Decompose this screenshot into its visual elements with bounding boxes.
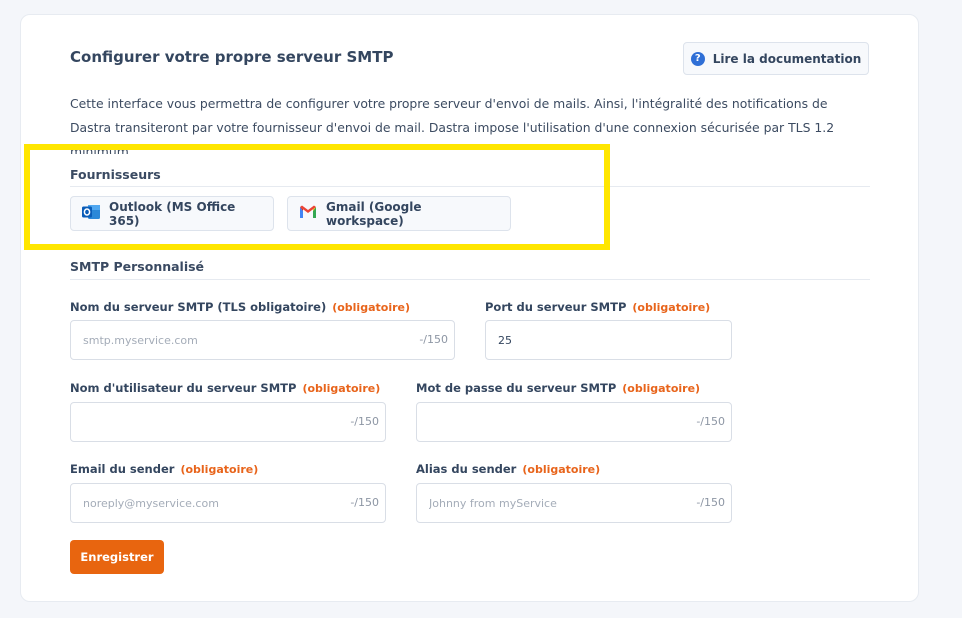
sender-alias-input[interactable]	[429, 484, 683, 522]
smtp-heading: SMTP Personnalisé	[70, 259, 205, 274]
page-title: Configurer votre propre serveur SMTP	[70, 48, 394, 66]
save-button[interactable]: Enregistrer	[70, 540, 164, 574]
port-input[interactable]	[498, 321, 719, 359]
username-counter: -/150	[350, 415, 379, 428]
sender-email-input[interactable]	[83, 484, 337, 522]
sender-email-counter: -/150	[350, 496, 379, 509]
help-circle-icon: ?	[690, 51, 705, 66]
sender-email-label: Email du sender (obligatoire)	[70, 462, 258, 476]
password-field: -/150	[416, 402, 732, 442]
sender-alias-field: -/150	[416, 483, 732, 523]
outlook-provider-button[interactable]: Outlook (MS Office 365)	[70, 196, 274, 231]
required-tag: (obligatoire)	[332, 301, 410, 314]
documentation-button-label: Lire la documentation	[712, 51, 862, 66]
sender-alias-label: Alias du sender (obligatoire)	[416, 462, 600, 476]
port-label-text: Port du serveur SMTP	[485, 300, 627, 314]
username-label-text: Nom d'utilisateur du serveur SMTP	[70, 381, 297, 395]
password-label: Mot de passe du serveur SMTP (obligatoire…	[416, 381, 700, 395]
required-tag: (obligatoire)	[302, 382, 381, 395]
server-counter: -/150	[419, 333, 448, 346]
password-input[interactable]	[429, 403, 683, 441]
sender-alias-counter: -/150	[696, 496, 725, 509]
gmail-icon	[298, 204, 318, 223]
server-label: Nom du serveur SMTP (TLS obligatoire) (ob…	[70, 300, 410, 314]
smtp-divider	[70, 279, 870, 280]
required-tag: (obligatoire)	[522, 463, 601, 476]
server-field: -/150	[70, 320, 455, 360]
sender-email-field: -/150	[70, 483, 386, 523]
sender-email-label-text: Email du sender	[70, 462, 175, 476]
port-field	[485, 320, 732, 360]
username-label: Nom d'utilisateur du serveur SMTP (obliga…	[70, 381, 380, 395]
outlook-provider-label: Outlook (MS Office 365)	[109, 199, 236, 228]
required-tag: (obligatoire)	[632, 301, 711, 314]
gmail-provider-button[interactable]: Gmail (Google workspace)	[287, 196, 511, 231]
providers-divider	[70, 186, 870, 187]
required-tag: (obligatoire)	[180, 463, 259, 476]
password-label-text: Mot de passe du serveur SMTP	[416, 381, 617, 395]
providers-heading: Fournisseurs	[70, 167, 161, 182]
page-description: Cette interface vous permettra de config…	[70, 96, 835, 154]
username-input[interactable]	[83, 403, 337, 441]
documentation-button[interactable]: ? Lire la documentation	[683, 42, 869, 75]
outlook-icon	[81, 203, 101, 224]
password-counter: -/150	[696, 415, 725, 428]
port-label: Port du serveur SMTP (obligatoire)	[485, 300, 710, 314]
server-label-text: Nom du serveur SMTP (TLS obligatoire)	[70, 300, 327, 314]
required-tag: (obligatoire)	[622, 382, 701, 395]
gmail-provider-label: Gmail (Google workspace)	[326, 199, 422, 228]
username-field: -/150	[70, 402, 386, 442]
sender-alias-label-text: Alias du sender	[416, 462, 517, 476]
server-input[interactable]	[83, 321, 406, 359]
